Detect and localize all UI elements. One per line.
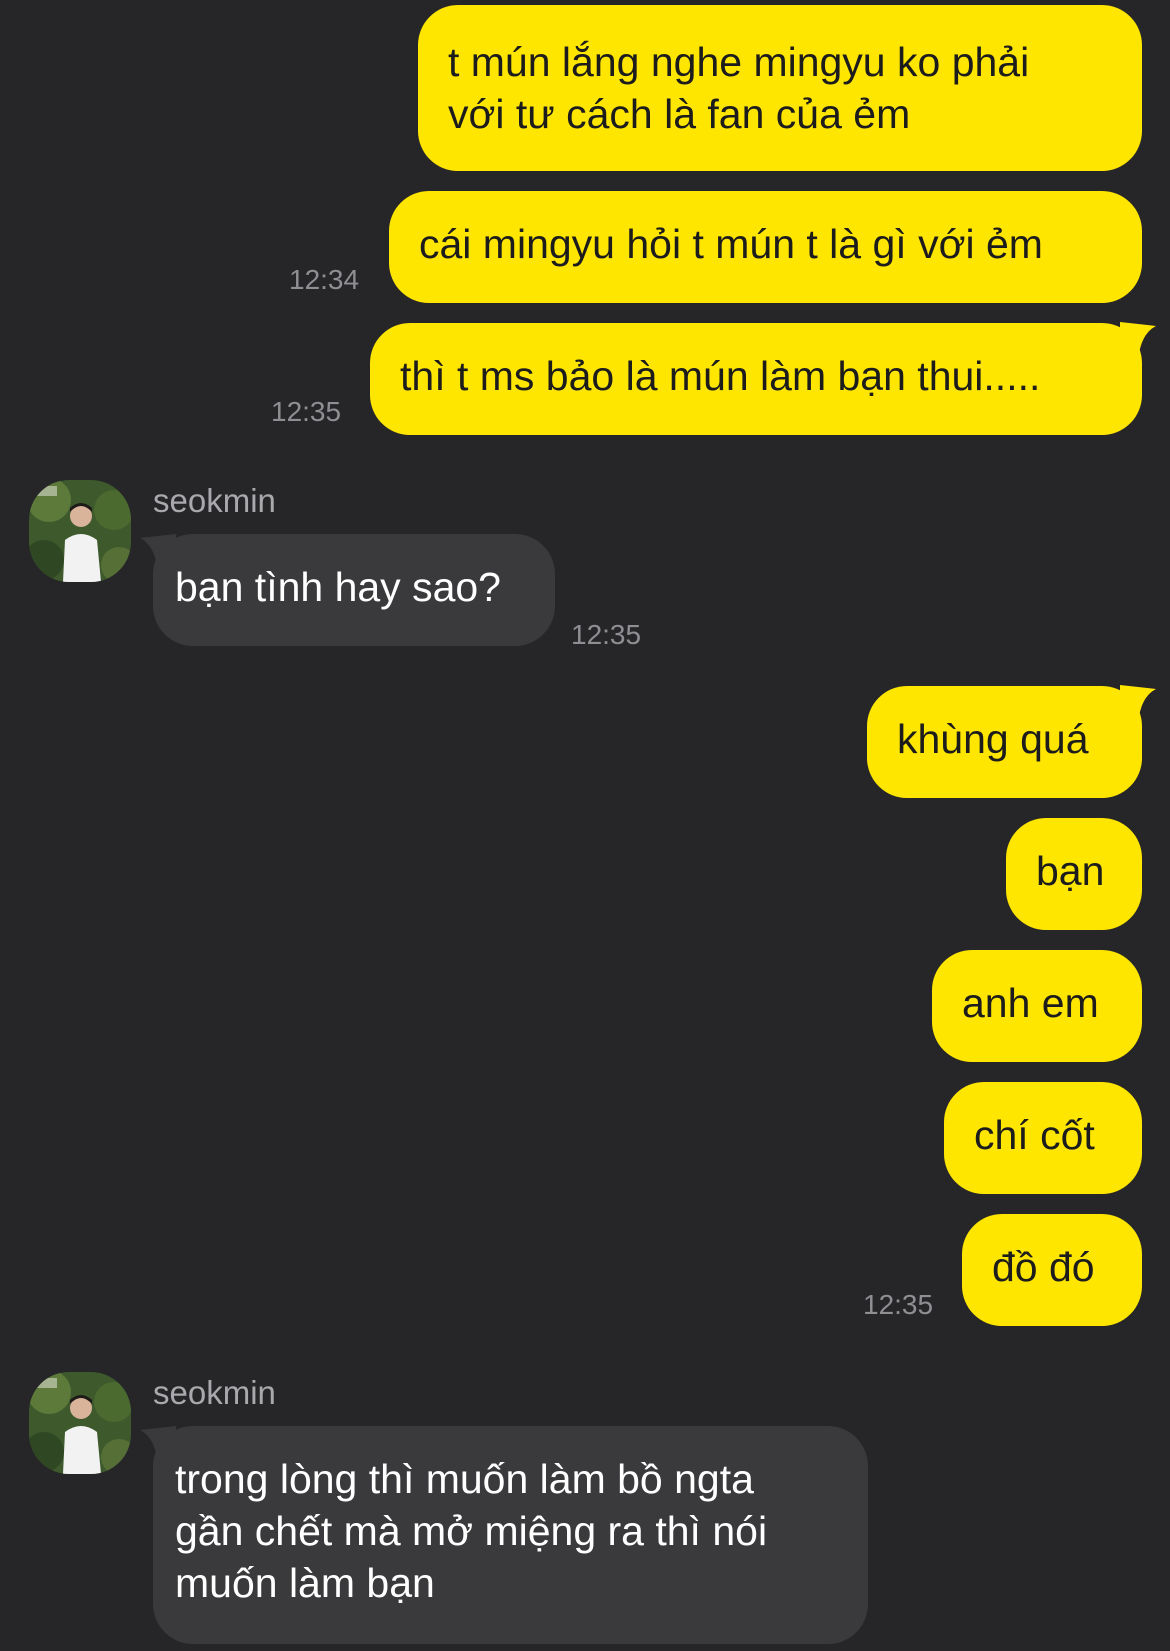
message-bubble-outgoing[interactable]: khùng quá (867, 686, 1142, 798)
message-timestamp: 12:35 (863, 1289, 934, 1320)
message-bubble-outgoing[interactable]: bạn (1006, 818, 1142, 930)
avatar-photo-icon (29, 1372, 131, 1474)
message-bubble-outgoing[interactable]: anh em (932, 950, 1142, 1062)
bubble-tail-icon (1120, 685, 1156, 725)
sender-name: seokmin (153, 1374, 276, 1411)
bubble-tail-icon (1120, 322, 1156, 362)
avatar[interactable] (29, 480, 131, 582)
message-bubble-incoming[interactable]: trong lòng thì muốn làm bồ ngta gần chết… (153, 1426, 868, 1644)
avatar[interactable] (29, 1372, 131, 1474)
message-timestamp: 12:35 (271, 396, 342, 427)
message-bubble-outgoing[interactable]: đồ đó (962, 1214, 1142, 1326)
message-bubble-outgoing[interactable]: thì t ms bảo là mún làm bạn thui..... (370, 323, 1142, 435)
sender-name: seokmin (153, 482, 276, 519)
message-bubble-outgoing[interactable]: t mún lắng nghe mingyu ko phải với tư cá… (418, 5, 1142, 171)
message-bubble-incoming[interactable]: bạn tình hay sao? (153, 534, 555, 646)
message-timestamp: 12:35 (571, 619, 642, 650)
message-timestamp: 12:34 (289, 264, 360, 295)
avatar-photo-icon (29, 480, 131, 582)
message-bubble-outgoing[interactable]: cái mingyu hỏi t mún t là gì với ẻm (389, 191, 1142, 303)
message-bubble-outgoing[interactable]: chí cốt (944, 1082, 1142, 1194)
